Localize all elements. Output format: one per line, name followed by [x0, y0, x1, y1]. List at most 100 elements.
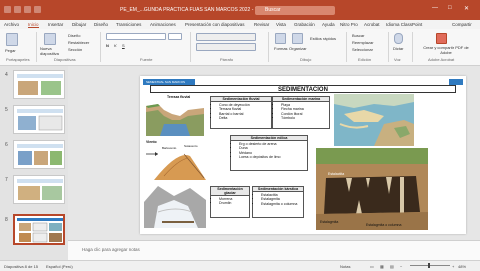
replace-button[interactable]: Reemplazar — [352, 40, 374, 45]
adobe-pdf-label: Crear y compartir PDF de Adobe — [423, 45, 469, 55]
menu-diseno[interactable]: Diseño — [94, 22, 108, 27]
bold-button[interactable]: N — [106, 43, 109, 48]
menu-archivo[interactable]: Archivo — [4, 22, 19, 27]
menu-inicio[interactable]: Inicio — [28, 22, 39, 28]
adobe-pdf-icon[interactable] — [436, 33, 447, 44]
alignment-controls[interactable] — [196, 43, 256, 51]
divider — [100, 32, 101, 62]
thumbnail-preview — [17, 218, 63, 243]
zoom-slider[interactable] — [410, 265, 450, 266]
menu-dibujar[interactable]: Dibujar — [72, 22, 86, 27]
paste-icon[interactable] — [6, 33, 18, 46]
paragraph-controls[interactable] — [196, 33, 256, 41]
menu-revisar[interactable]: Revisar — [254, 22, 269, 27]
slide-thumbnail[interactable] — [13, 70, 65, 99]
reading-view-icon[interactable]: ▤ — [390, 264, 394, 269]
list-item: Tómbolo — [281, 116, 329, 120]
share-button[interactable]: Compartir — [452, 22, 472, 27]
marina-header: Sedimentación marina — [273, 97, 329, 102]
karstica-header: Sedimentación kárstica — [253, 187, 303, 192]
glacier-image — [144, 186, 206, 228]
group-label: Adobe Acrobat — [428, 57, 455, 62]
menu-animaciones[interactable]: Animaciones — [150, 22, 176, 27]
quick-styles-button[interactable]: Estilos rápidos — [310, 36, 336, 42]
italic-button[interactable]: K — [114, 43, 117, 48]
thumbnail-preview — [17, 109, 63, 131]
underline-button[interactable]: S — [122, 43, 125, 48]
cave-label-columna: Estalagmita o columna — [366, 223, 402, 227]
microphone-icon[interactable] — [394, 33, 403, 44]
slide-canvas: SEMESTRAL SAN MARCOS SEDIMENTACIÓN Terra… — [68, 66, 480, 240]
karstica-box: Sedimentación kárstica Estalactita Estal… — [252, 186, 304, 218]
menu-nitro[interactable]: Nitro Pro — [340, 22, 358, 27]
section-button[interactable]: Sección — [68, 47, 82, 52]
group-label: Fuente — [140, 57, 153, 62]
menu-ayuda[interactable]: Ayuda — [322, 22, 335, 27]
menu-grabacion[interactable]: Grabación — [294, 22, 315, 27]
menu-acrobat[interactable]: Acrobat — [364, 22, 380, 27]
thumbnail-number: 4 — [5, 72, 8, 78]
ribbon: Pegar Nueva diapositiva Diseño Restablec… — [0, 29, 480, 66]
group-label: Portapapeles — [6, 57, 30, 62]
zoom-out-icon[interactable]: − — [400, 264, 402, 269]
font-size-select[interactable] — [168, 33, 182, 40]
eolica-header: Sedimentación eólica — [231, 136, 307, 141]
menu-classpoint[interactable]: Idioma ClassPoint — [386, 22, 422, 27]
thumbnail-number: 5 — [5, 107, 8, 113]
menu-transiciones[interactable]: Transiciones — [116, 22, 141, 27]
list-item: Estalagmita o columna — [261, 202, 303, 206]
layout-button[interactable]: Diseño — [68, 33, 80, 38]
save-icon[interactable] — [14, 6, 21, 13]
menu-presentacion[interactable]: Presentación con diapositivas — [185, 22, 245, 27]
undo-icon[interactable] — [24, 6, 31, 13]
eolica-box: Sedimentación eólica Erg o desierto de a… — [230, 135, 308, 171]
shapes-label: Formas — [274, 46, 288, 51]
arrange-icon[interactable] — [292, 33, 303, 44]
slide-thumbnail[interactable] — [13, 175, 65, 204]
normal-view-icon[interactable]: ▭ — [370, 264, 374, 269]
group-label: Párrafo — [220, 57, 234, 62]
find-button[interactable]: Buscar — [352, 33, 364, 38]
slide-thumbnail[interactable] — [13, 105, 65, 134]
arrange-label: Organizar — [289, 46, 307, 51]
notes-pane[interactable]: Haga clic para agregar notas — [68, 240, 480, 261]
notes-toggle[interactable]: Notas — [340, 264, 350, 269]
dictate-label: Dictar — [393, 46, 404, 51]
divider — [36, 32, 37, 62]
search-input[interactable]: Buscar — [255, 6, 335, 15]
new-slide-icon[interactable] — [44, 33, 56, 45]
slide-thumbnail-selected[interactable] — [13, 214, 65, 245]
slide[interactable]: SEMESTRAL SAN MARCOS SEDIMENTACIÓN Terra… — [140, 76, 466, 234]
font-name-select[interactable] — [106, 33, 166, 40]
coastline-image — [334, 94, 414, 146]
zoom-in-icon[interactable]: + — [452, 264, 454, 269]
fluvial-list: Cono de deyección Terraza fluvial Barria… — [211, 103, 271, 121]
title-bar: PE_EM_...GUNDA PRACTICA FUAS SAN MARCOS … — [0, 0, 480, 20]
river-terrace-image — [146, 104, 204, 136]
eolica-list: Erg o desierto de arena Duna Médano Loes… — [231, 142, 307, 160]
minimize-icon[interactable]: — — [432, 5, 438, 11]
close-icon[interactable]: ✕ — [464, 5, 469, 12]
thumbnail-number: 6 — [5, 142, 8, 148]
maximize-icon[interactable]: □ — [448, 5, 452, 11]
sorter-view-icon[interactable]: ▦ — [380, 264, 384, 269]
divider — [268, 32, 269, 62]
menu-insertar[interactable]: Insertar — [48, 22, 63, 27]
fluvial-box: Sedimentación fluvial Cono de deyección … — [210, 96, 272, 129]
zoom-slider-handle[interactable] — [428, 263, 430, 268]
thumbnail-preview — [17, 144, 63, 165]
slide-title[interactable]: SEDIMENTACIÓN — [150, 85, 456, 93]
cave-label-estalactita: Estalactita — [328, 172, 345, 176]
slide-thumbnail[interactable] — [13, 140, 65, 169]
notes-placeholder: Haga clic para agregar notas — [82, 247, 140, 252]
language-status[interactable]: Español (Perú) — [46, 264, 73, 269]
select-button[interactable]: Seleccionar — [352, 47, 373, 52]
zoom-level[interactable]: 48% — [458, 264, 466, 269]
dune-image — [146, 152, 206, 180]
reset-button[interactable]: Restablecer — [68, 40, 89, 45]
menu-vista[interactable]: Vista — [276, 22, 286, 27]
shapes-icon[interactable] — [275, 33, 286, 44]
redo-icon[interactable] — [34, 6, 41, 13]
cave-image — [316, 148, 428, 230]
autosave-toggle[interactable] — [4, 6, 11, 13]
